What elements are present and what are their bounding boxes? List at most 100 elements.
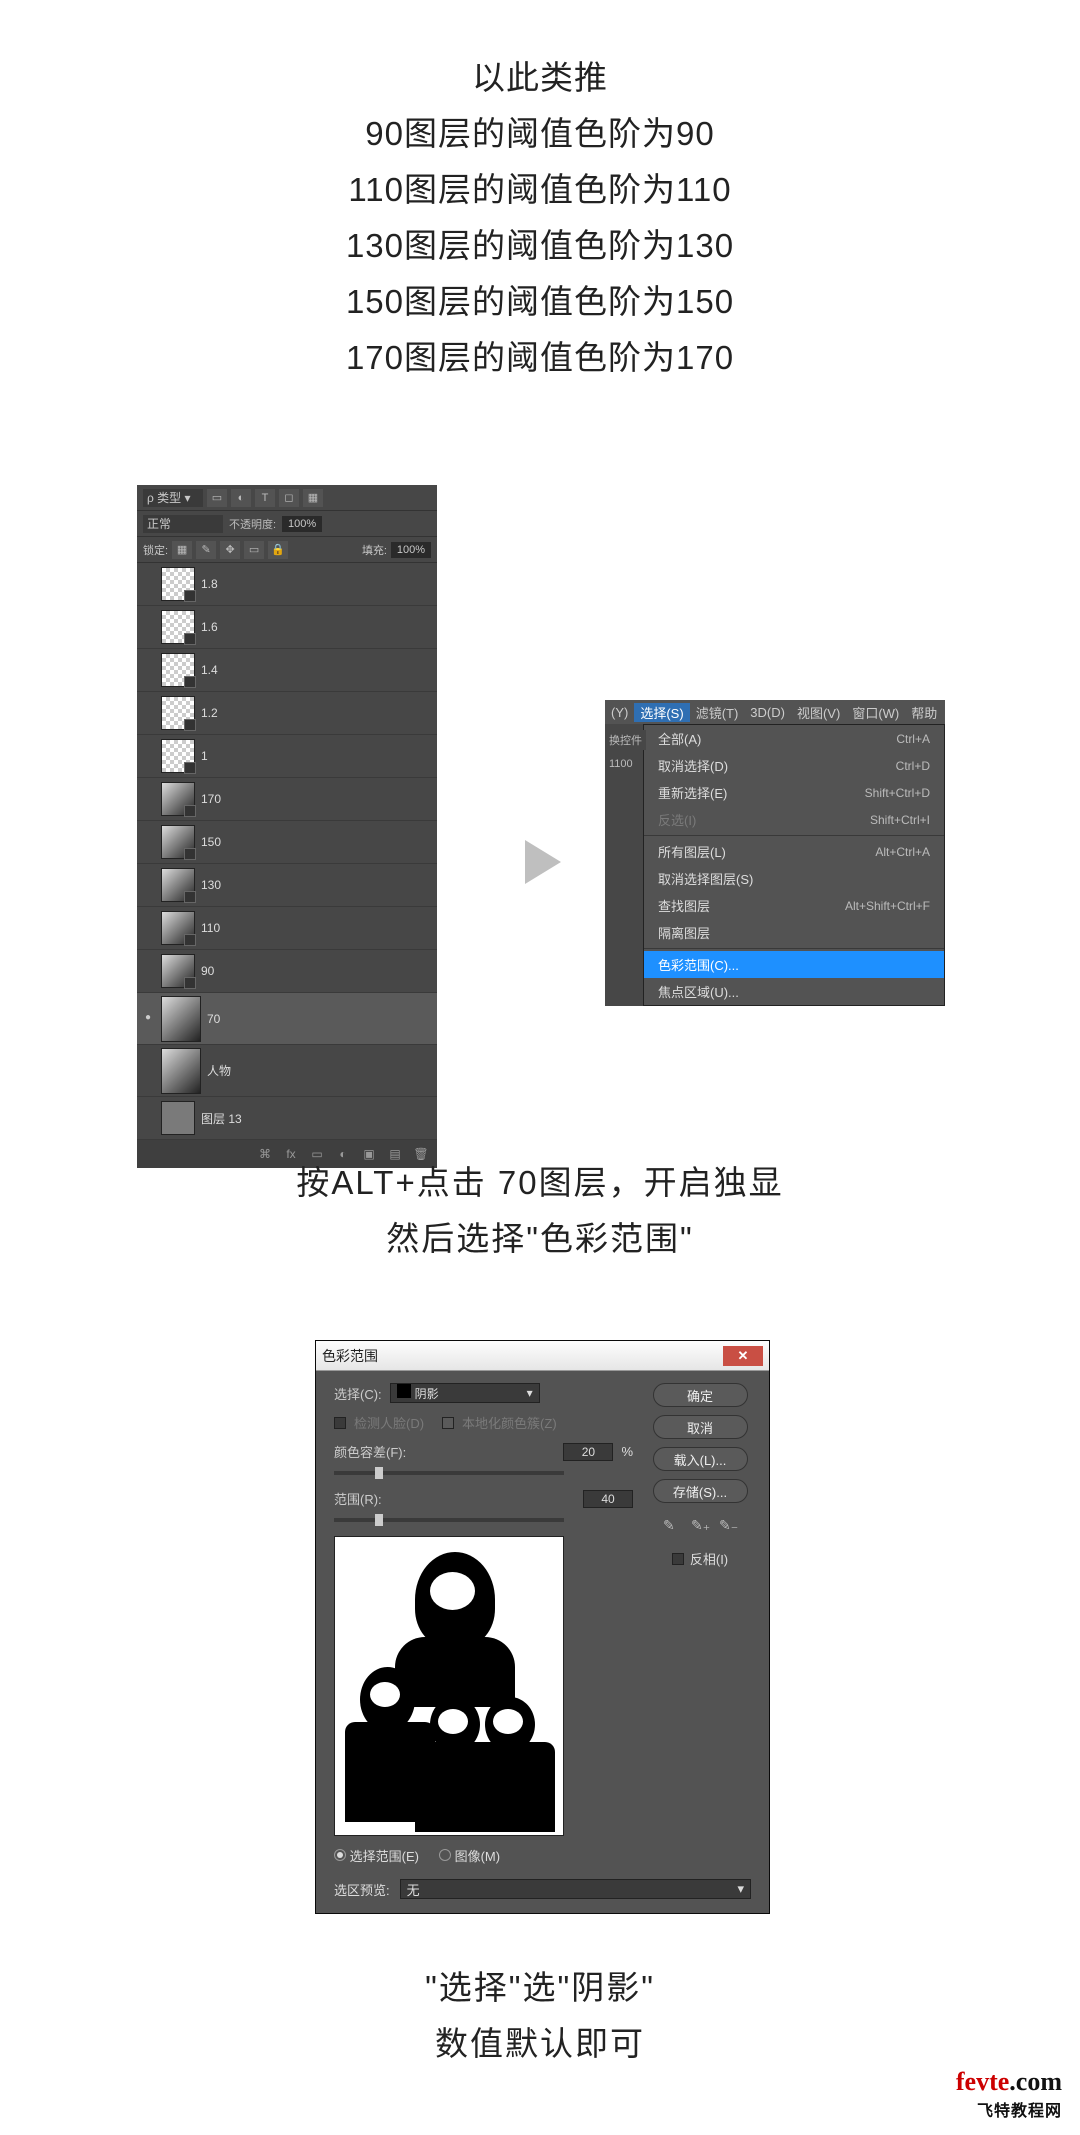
layer-row[interactable]: 150 bbox=[137, 821, 437, 864]
fuzziness-label: 颜色容差(F): bbox=[334, 1442, 406, 1461]
radio-image[interactable] bbox=[439, 1849, 451, 1861]
layer-filter-type-dropdown[interactable]: ρ 类型 ▾ bbox=[143, 489, 203, 507]
menu-item-find-layers[interactable]: 查找图层Alt+Shift+Ctrl+F bbox=[644, 892, 944, 919]
visibility-toggle[interactable] bbox=[141, 1111, 155, 1125]
save-button[interactable]: 存储(S)... bbox=[653, 1479, 748, 1503]
visibility-toggle[interactable] bbox=[141, 1064, 155, 1078]
lock-artboard-icon[interactable]: ▭ bbox=[244, 541, 264, 559]
intro-line: 170图层的阈值色阶为170 bbox=[0, 330, 1080, 386]
lock-position-icon[interactable]: ✥ bbox=[220, 541, 240, 559]
layer-thumbnail bbox=[161, 610, 195, 644]
menu-item-inverse[interactable]: 反选(I)Shift+Ctrl+I bbox=[644, 806, 944, 833]
arrow-right-icon bbox=[525, 840, 561, 884]
selection-preview-dropdown[interactable]: 无▾ bbox=[400, 1879, 751, 1899]
dialog-bottom-row: 选区预览: 无▾ bbox=[316, 1879, 769, 1913]
layer-row[interactable]: 1.8 bbox=[137, 563, 437, 606]
layer-row[interactable]: 170 bbox=[137, 778, 437, 821]
visibility-toggle[interactable] bbox=[141, 620, 155, 634]
visibility-toggle[interactable] bbox=[141, 577, 155, 591]
layer-row[interactable]: 130 bbox=[137, 864, 437, 907]
slider-thumb[interactable] bbox=[375, 1514, 383, 1526]
selection-preview-label: 选区预览: bbox=[334, 1880, 390, 1899]
visibility-toggle[interactable] bbox=[141, 878, 155, 892]
menu-item-color-range[interactable]: 色彩范围(C)... bbox=[644, 951, 944, 978]
radio-selection[interactable] bbox=[334, 1849, 346, 1861]
menu-3d[interactable]: 3D(D) bbox=[744, 705, 791, 720]
layer-row[interactable]: 1 bbox=[137, 735, 437, 778]
menu-item-deselect-layers[interactable]: 取消选择图层(S) bbox=[644, 865, 944, 892]
eyedropper-icon[interactable]: ✎ bbox=[663, 1517, 681, 1535]
menu-help[interactable]: 帮助 bbox=[905, 703, 943, 722]
filter-adjust-icon[interactable]: ◐ bbox=[231, 489, 251, 507]
visibility-toggle[interactable] bbox=[141, 792, 155, 806]
menu-layer[interactable]: (Y) bbox=[605, 705, 634, 720]
lock-pixels-icon[interactable]: ▦ bbox=[172, 541, 192, 559]
layer-thumbnail bbox=[161, 825, 195, 859]
menu-window[interactable]: 窗口(W) bbox=[846, 703, 905, 722]
chevron-down-icon: ▾ bbox=[527, 1386, 533, 1400]
visibility-toggle[interactable] bbox=[141, 663, 155, 677]
opacity-value[interactable]: 100% bbox=[282, 516, 322, 532]
layer-name: 90 bbox=[201, 964, 214, 978]
menu-shortcut: Ctrl+D bbox=[896, 759, 930, 773]
range-slider[interactable] bbox=[334, 1518, 564, 1522]
dialog-close-button[interactable]: ✕ bbox=[723, 1346, 763, 1366]
detect-faces-checkbox[interactable] bbox=[334, 1417, 346, 1429]
intro-line: 110图层的阈值色阶为110 bbox=[0, 162, 1080, 218]
menu-view[interactable]: 视图(V) bbox=[791, 703, 846, 722]
menu-select[interactable]: 选择(S) bbox=[634, 703, 689, 722]
color-range-dialog: 色彩范围 ✕ 选择(C): 阴影▾ 检测人脸(D) 本地化颜色簇(Z) 颜色容差… bbox=[315, 1340, 770, 1914]
eyedropper-add-icon[interactable]: ✎₊ bbox=[691, 1517, 709, 1535]
menu-item-isolate-layers[interactable]: 隔离图层 bbox=[644, 919, 944, 946]
visibility-toggle[interactable] bbox=[141, 835, 155, 849]
eyedropper-subtract-icon[interactable]: ✎₋ bbox=[719, 1517, 737, 1535]
select-dropdown[interactable]: 阴影▾ bbox=[390, 1383, 540, 1403]
visibility-toggle[interactable] bbox=[141, 964, 155, 978]
ok-button[interactable]: 确定 bbox=[653, 1383, 748, 1407]
menu-item-all-layers[interactable]: 所有图层(L)Alt+Ctrl+A bbox=[644, 838, 944, 865]
cancel-button[interactable]: 取消 bbox=[653, 1415, 748, 1439]
localized-checkbox[interactable] bbox=[442, 1417, 454, 1429]
layer-row[interactable]: 图层 13 bbox=[137, 1097, 437, 1140]
layer-row[interactable]: 90 bbox=[137, 950, 437, 993]
fill-value[interactable]: 100% bbox=[391, 542, 431, 558]
visibility-toggle[interactable] bbox=[141, 1012, 155, 1026]
layer-name: 1.4 bbox=[201, 663, 218, 677]
load-button[interactable]: 载入(L)... bbox=[653, 1447, 748, 1471]
dialog-titlebar[interactable]: 色彩范围 ✕ bbox=[316, 1341, 769, 1371]
slider-thumb[interactable] bbox=[375, 1467, 383, 1479]
menu-item-reselect[interactable]: 重新选择(E)Shift+Ctrl+D bbox=[644, 779, 944, 806]
fuzziness-input[interactable]: 20 bbox=[563, 1443, 613, 1461]
layer-row[interactable]: 110 bbox=[137, 907, 437, 950]
layer-thumbnail bbox=[161, 868, 195, 902]
filter-smart-icon[interactable]: ▦ bbox=[303, 489, 323, 507]
layer-thumbnail bbox=[161, 1101, 195, 1135]
layer-row[interactable]: 人物 bbox=[137, 1045, 437, 1097]
menu-item-focus-area[interactable]: 焦点区域(U)... bbox=[644, 978, 944, 1005]
menu-item-select-all[interactable]: 全部(A)Ctrl+A bbox=[644, 725, 944, 752]
layer-row[interactable]: 1.2 bbox=[137, 692, 437, 735]
blend-mode-dropdown[interactable]: 正常 bbox=[143, 515, 223, 533]
lock-all-icon[interactable]: 🔒 bbox=[268, 541, 288, 559]
menu-bar-panel: (Y) 选择(S) 滤镜(T) 3D(D) 视图(V) 窗口(W) 帮助 换控件… bbox=[605, 700, 945, 1006]
visibility-toggle[interactable] bbox=[141, 749, 155, 763]
layer-thumbnail bbox=[161, 567, 195, 601]
visibility-toggle[interactable] bbox=[141, 921, 155, 935]
range-input[interactable]: 40 bbox=[583, 1490, 633, 1508]
caption-line: 数值默认即可 bbox=[0, 2016, 1080, 2072]
layer-row-selected[interactable]: 70 bbox=[137, 993, 437, 1045]
layer-thumbnail bbox=[161, 782, 195, 816]
invert-checkbox[interactable] bbox=[672, 1553, 684, 1565]
layer-row[interactable]: 1.4 bbox=[137, 649, 437, 692]
intro-line: 90图层的阈值色阶为90 bbox=[0, 106, 1080, 162]
menu-filter[interactable]: 滤镜(T) bbox=[690, 703, 745, 722]
layer-row[interactable]: 1.6 bbox=[137, 606, 437, 649]
lock-brush-icon[interactable]: ✎ bbox=[196, 541, 216, 559]
filter-pixel-icon[interactable]: ▭ bbox=[207, 489, 227, 507]
menu-item-deselect[interactable]: 取消选择(D)Ctrl+D bbox=[644, 752, 944, 779]
filter-text-icon[interactable]: T bbox=[255, 489, 275, 507]
localized-label: 本地化颜色簇(Z) bbox=[462, 1413, 557, 1432]
visibility-toggle[interactable] bbox=[141, 706, 155, 720]
filter-shape-icon[interactable]: ◻ bbox=[279, 489, 299, 507]
fuzziness-slider[interactable] bbox=[334, 1471, 564, 1475]
